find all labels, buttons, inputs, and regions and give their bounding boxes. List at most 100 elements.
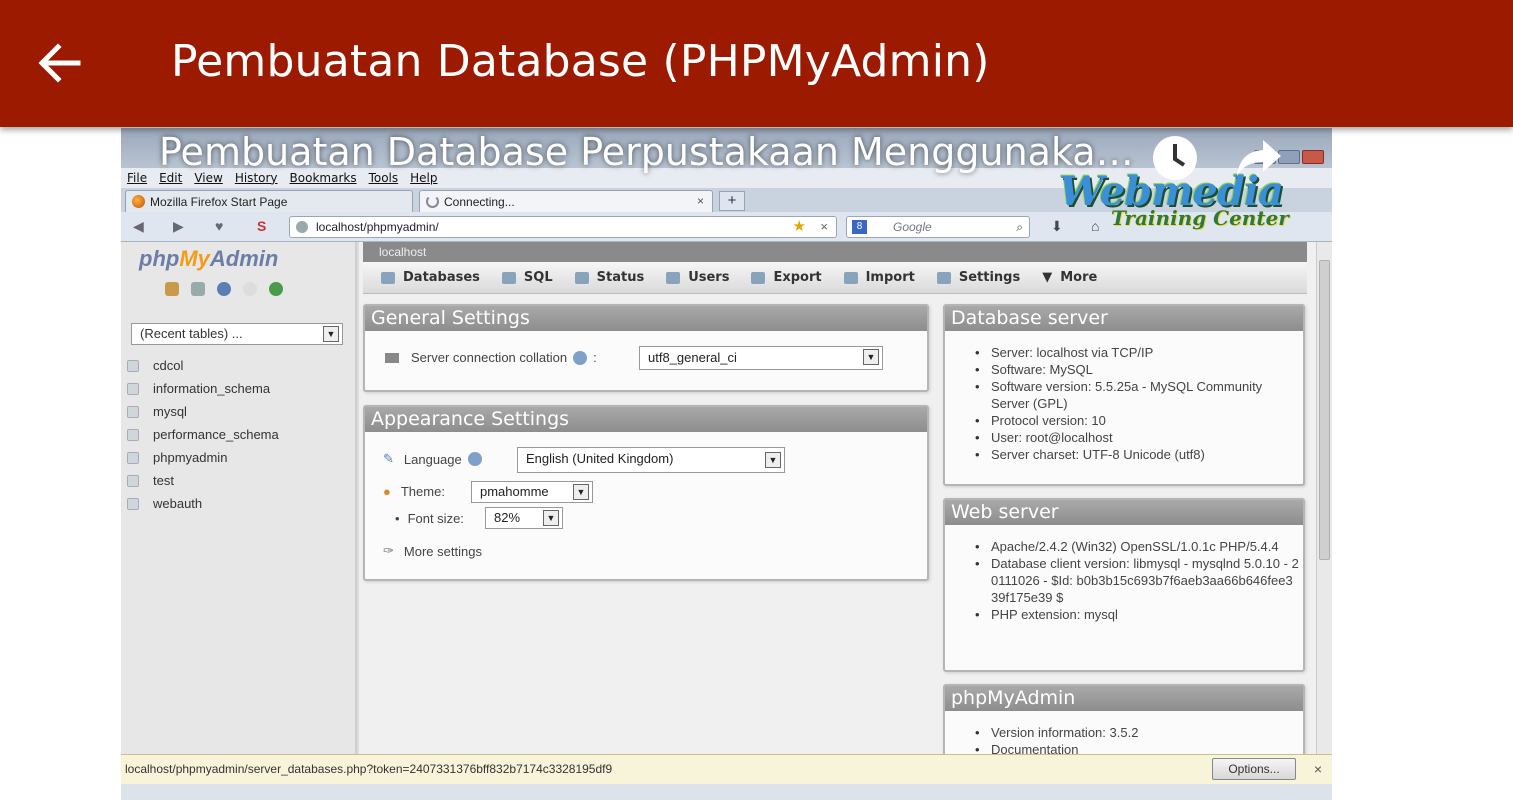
fontsize-label: Font size:: [407, 511, 464, 526]
language-label: Language: [403, 451, 462, 467]
db-label: test: [153, 473, 174, 488]
breadcrumb-server[interactable]: localhost: [379, 245, 426, 259]
pma-sidebar: phpMyAdmin (Recent tables) ... ▼ cdcol i…: [121, 242, 357, 754]
phpmyadmin-logo[interactable]: phpMyAdmin: [139, 246, 278, 272]
list-item: Server charset: UTF-8 Unicode (utf8): [973, 446, 1293, 463]
tab-more[interactable]: ▼ More: [1042, 270, 1097, 285]
menu-file[interactable]: File: [127, 171, 147, 185]
import-icon: [843, 271, 858, 284]
phpmyadmin-info-list: Version information: 3.5.2 Documentation: [973, 724, 1293, 758]
download-icon[interactable]: ⬇: [1051, 218, 1063, 235]
addon-icon[interactable]: S: [257, 218, 266, 234]
window-close-button[interactable]: [1302, 150, 1324, 164]
home-icon[interactable]: [165, 282, 179, 296]
panel-title: General Settings: [365, 306, 927, 331]
back-arrow-icon[interactable]: [34, 38, 84, 88]
list-item: Apache/2.4.2 (Win32) OpenSSL/1.0.1c PHP/…: [973, 538, 1299, 555]
sql-icon: [501, 271, 516, 284]
home-icon[interactable]: ⌂: [1091, 218, 1099, 234]
db-item-test[interactable]: test: [127, 469, 279, 492]
watch-later-icon[interactable]: [1149, 132, 1201, 184]
url-bar[interactable]: localhost/phpmyadmin/ ★ ×: [289, 216, 837, 238]
breadcrumb[interactable]: localhost: [363, 242, 1307, 262]
tab-status[interactable]: Status: [574, 270, 644, 285]
list-item: Software: MySQL: [973, 361, 1293, 378]
language-select[interactable]: English (United Kingdom) ▼: [517, 447, 785, 473]
theme-select[interactable]: pmahomme ▼: [471, 481, 593, 503]
search-bar[interactable]: 8 Google ⌕: [846, 216, 1030, 238]
more-settings-label[interactable]: More settings: [404, 544, 482, 559]
new-tab-button[interactable]: +: [719, 191, 745, 211]
chevron-down-icon[interactable]: ▼: [573, 484, 589, 500]
info-icon[interactable]: [243, 282, 257, 296]
bookmark-icon[interactable]: ♥: [215, 218, 223, 234]
tab-databases[interactable]: Databases: [381, 270, 480, 285]
collation-label: Server connection collation: [411, 350, 568, 365]
scrollbar-thumb[interactable]: [1319, 260, 1330, 560]
database-icon: [127, 359, 139, 372]
chevron-down-icon[interactable]: ▼: [323, 326, 339, 342]
share-icon[interactable]: [1233, 132, 1285, 184]
db-label: performance_schema: [153, 427, 279, 442]
db-item-phpmyadmin[interactable]: phpmyadmin: [127, 446, 279, 469]
chevron-down-icon[interactable]: ▼: [543, 510, 559, 526]
tab-label: Databases: [403, 270, 480, 285]
db-item-performance-schema[interactable]: performance_schema: [127, 423, 279, 446]
tab-label: Settings: [958, 270, 1021, 285]
db-item-mysql[interactable]: mysql: [127, 400, 279, 423]
tab-users[interactable]: Users: [666, 270, 729, 285]
tab-import[interactable]: Import: [843, 270, 915, 285]
wrench-icon: ✑: [383, 543, 394, 558]
star-icon[interactable]: ★: [793, 217, 806, 237]
fontsize-select[interactable]: 82% ▼: [485, 507, 563, 529]
addon-bar: [121, 784, 1332, 800]
list-item: Version information: 3.5.2: [973, 724, 1293, 741]
help-icon[interactable]: [573, 350, 588, 365]
phpmyadmin-info-panel: phpMyAdmin Version information: 3.5.2 Do…: [943, 684, 1305, 764]
tab-export[interactable]: Export: [751, 270, 822, 285]
theme-row: ● Theme:: [383, 484, 445, 499]
panel-title: Database server: [945, 306, 1303, 331]
web-server-list: Apache/2.4.2 (Win32) OpenSSL/1.0.1c PHP/…: [973, 538, 1299, 623]
theme-label: Theme:: [400, 484, 445, 499]
browser-tab-connecting[interactable]: Connecting... ×: [419, 190, 713, 212]
db-label: phpmyadmin: [153, 450, 228, 465]
search-icon[interactable]: ⌕: [1016, 217, 1023, 237]
db-item-webauth[interactable]: webauth: [127, 492, 279, 515]
chevron-down-icon[interactable]: ▼: [863, 349, 879, 365]
page-scrollbar[interactable]: [1316, 242, 1332, 754]
tab-sql[interactable]: SQL: [501, 270, 553, 285]
forward-icon[interactable]: ▶: [173, 218, 184, 235]
browser-status-bar: localhost/phpmyadmin/server_databases.ph…: [121, 754, 1332, 784]
database-icon: [127, 451, 139, 464]
options-button[interactable]: Options...: [1212, 758, 1296, 780]
logo-admin: Admin: [209, 246, 279, 271]
tab-settings[interactable]: Settings: [936, 270, 1021, 285]
wrench-icon: [936, 271, 951, 284]
logo-my: My: [179, 246, 210, 271]
db-item-cdcol[interactable]: cdcol: [127, 354, 279, 377]
help-icon[interactable]: [467, 452, 482, 466]
logout-icon[interactable]: [191, 282, 205, 296]
status-icon: [574, 271, 589, 284]
db-item-information-schema[interactable]: information_schema: [127, 377, 279, 400]
more-settings-link[interactable]: ✑ More settings: [383, 543, 482, 559]
pma-main: localhost Databases SQL Status Users Exp…: [359, 242, 1332, 764]
recent-tables-select[interactable]: (Recent tables) ... ▼: [131, 323, 343, 345]
chevron-down-icon[interactable]: ▼: [765, 452, 781, 468]
video-player[interactable]: File Edit View History Bookmarks Tools H…: [121, 128, 1332, 800]
collation-select[interactable]: utf8_general_ci ▼: [639, 346, 883, 370]
browser-tab-start-page[interactable]: Mozilla Firefox Start Page: [125, 190, 413, 212]
search-engine-icon[interactable]: 8: [852, 220, 867, 234]
close-icon[interactable]: ×: [1314, 755, 1322, 783]
reload-icon[interactable]: [269, 282, 283, 296]
list-item: Server: localhost via TCP/IP: [973, 344, 1293, 361]
stop-icon[interactable]: ×: [820, 217, 828, 237]
firefox-icon: [132, 195, 145, 208]
docs-icon[interactable]: [217, 282, 231, 296]
db-label: mysql: [153, 404, 187, 419]
back-icon[interactable]: ◀: [133, 218, 144, 235]
list-item: Database client version: libmysql - mysq…: [973, 555, 1299, 606]
collation-icon: [385, 352, 399, 363]
tab-close-icon[interactable]: ×: [697, 194, 704, 208]
